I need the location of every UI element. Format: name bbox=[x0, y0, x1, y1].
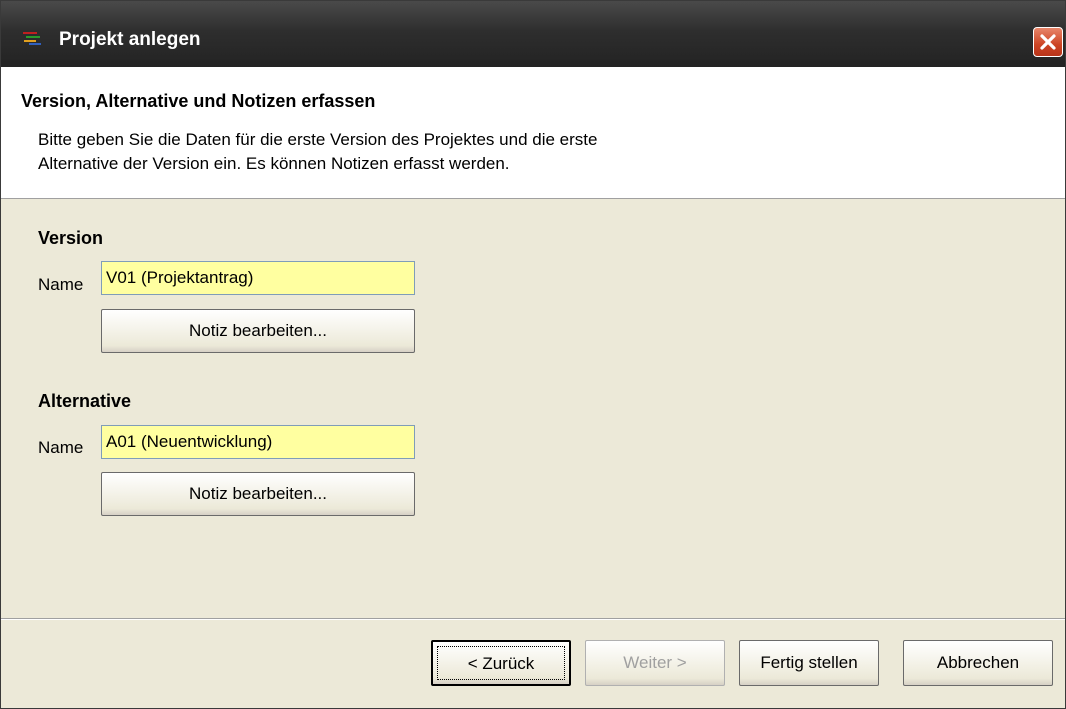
title-bar[interactable]: Projekt anlegen bbox=[1, 1, 1065, 67]
alternative-name-label: Name bbox=[38, 438, 84, 457]
version-section-title: Version bbox=[38, 228, 104, 248]
version-note-button[interactable]: Notiz bearbeiten... bbox=[101, 309, 415, 353]
alternative-section-title: Alternative bbox=[38, 391, 132, 411]
back-button-label: < Zurück bbox=[467, 654, 535, 673]
next-button-label: Weiter > bbox=[623, 653, 687, 672]
project-icon bbox=[23, 32, 41, 45]
close-icon bbox=[1040, 34, 1056, 50]
wizard-header: Version, Alternative und Notizen erfasse… bbox=[1, 67, 1065, 199]
wizard-content: Version Name Notiz bearbeiten... Alterna… bbox=[1, 199, 1065, 618]
dialog-window: Projekt anlegen Version, Alternative und… bbox=[0, 0, 1066, 709]
version-name-input[interactable] bbox=[101, 261, 415, 295]
alternative-note-button-label: Notiz bearbeiten... bbox=[189, 484, 327, 503]
alternative-note-button[interactable]: Notiz bearbeiten... bbox=[101, 472, 415, 516]
alternative-name-input[interactable] bbox=[101, 425, 415, 459]
cancel-button[interactable]: Abbrechen bbox=[903, 640, 1053, 686]
close-button[interactable] bbox=[1033, 27, 1063, 57]
cancel-button-label: Abbrechen bbox=[936, 653, 1020, 672]
next-button[interactable]: Weiter > bbox=[585, 640, 725, 686]
wizard-footer: < Zurück Weiter > Fertig stellen Abbrech… bbox=[1, 620, 1065, 708]
window-title: Projekt anlegen bbox=[59, 29, 201, 50]
version-note-button-label: Notiz bearbeiten... bbox=[189, 321, 327, 340]
finish-button[interactable]: Fertig stellen bbox=[739, 640, 879, 686]
page-title: Version, Alternative und Notizen erfasse… bbox=[21, 91, 376, 111]
version-name-label: Name bbox=[38, 275, 84, 294]
finish-button-label: Fertig stellen bbox=[760, 653, 858, 672]
page-description: Bitte geben Sie die Daten für die erste … bbox=[38, 130, 598, 173]
back-button[interactable]: < Zurück bbox=[431, 640, 571, 686]
